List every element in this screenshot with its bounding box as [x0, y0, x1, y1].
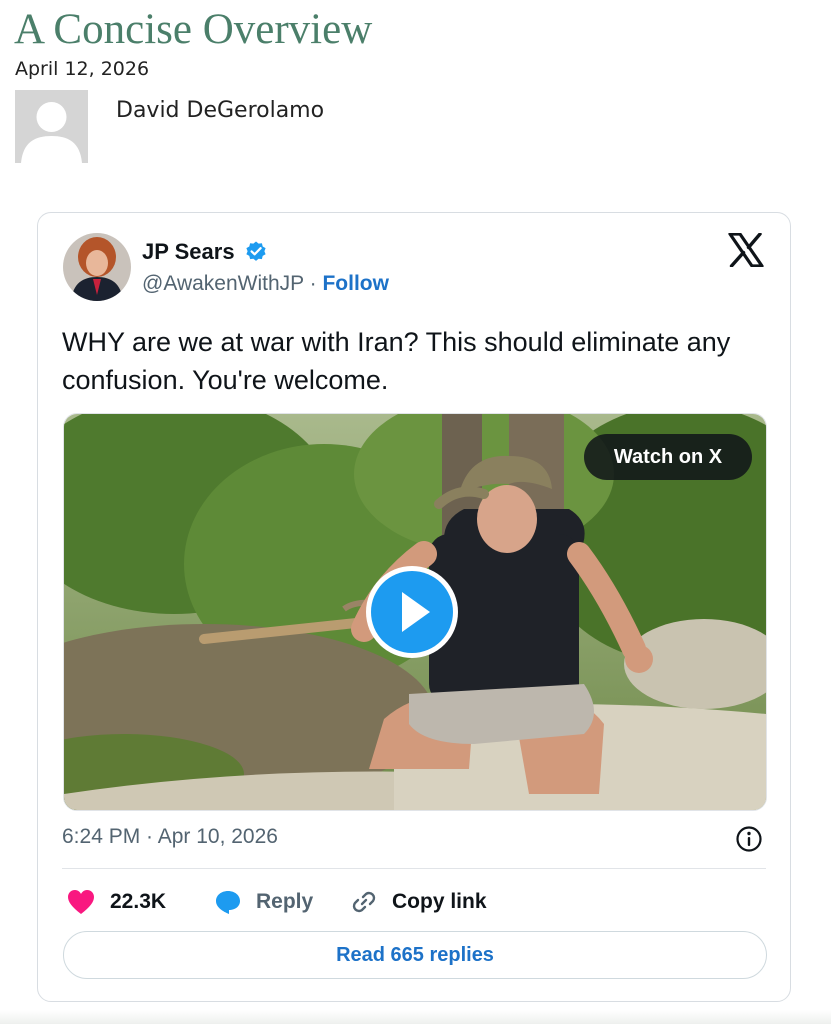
page-bottom-edge [0, 1010, 831, 1024]
author-avatar [15, 90, 88, 163]
verified-badge-icon [246, 241, 266, 261]
tweet-timestamp[interactable]: 6:24 PM · Apr 10, 2026 [62, 825, 278, 849]
heart-icon [68, 890, 94, 914]
link-icon [352, 891, 376, 913]
handle-separator: · [309, 272, 317, 295]
author-name[interactable]: David DeGerolamo [116, 98, 324, 123]
default-user-icon [15, 90, 88, 163]
embedded-tweet[interactable]: JP Sears @AwakenWithJP · Follow WHY are … [37, 212, 791, 1002]
speech-bubble-icon [216, 891, 240, 914]
copy-link-button[interactable]: Copy link [350, 885, 487, 919]
reply-button[interactable]: Reply [214, 885, 313, 919]
tweet-video[interactable]: Watch on X [63, 413, 767, 811]
avatar-photo [63, 233, 131, 301]
divider [62, 868, 766, 869]
read-replies-button[interactable]: Read 665 replies [63, 931, 767, 979]
x-logo-icon[interactable] [728, 233, 764, 267]
like-count: 22.3K [110, 890, 167, 913]
article-title: A Concise Overview [14, 6, 373, 53]
info-icon[interactable] [735, 825, 763, 853]
reply-label: Reply [256, 890, 314, 913]
tweet-handle[interactable]: @AwakenWithJP [142, 272, 304, 295]
like-button[interactable]: 22.3K [66, 885, 166, 919]
follow-button[interactable]: Follow [322, 272, 389, 295]
watch-on-x-button[interactable]: Watch on X [584, 434, 752, 480]
tweet-author-name[interactable]: JP Sears [142, 239, 235, 265]
tweet-author-avatar[interactable] [63, 233, 131, 301]
copy-link-label: Copy link [392, 890, 487, 913]
tweet-handle-row: @AwakenWithJP · Follow [142, 272, 389, 296]
tweet-text: WHY are we at war with Iran? This should… [62, 327, 731, 395]
play-icon[interactable] [364, 564, 460, 660]
post-date: April 12, 2026 [15, 58, 150, 80]
